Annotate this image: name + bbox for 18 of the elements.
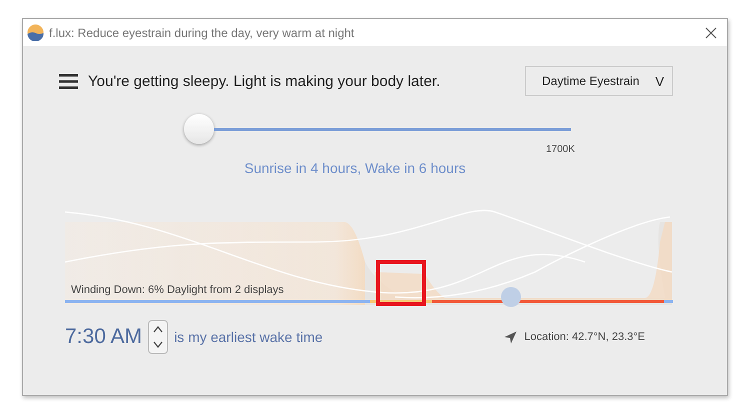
sunset-logo-icon	[27, 24, 44, 41]
location-text: Location: 42.7°N, 23.3°E	[524, 331, 645, 343]
up-down-chevrons-icon	[153, 324, 164, 350]
window-title: f.lux: Reduce eyestrain during the day, very warm at night	[49, 26, 356, 40]
highlight-box	[376, 260, 426, 306]
time-marker[interactable]	[501, 287, 521, 307]
slider-thumb[interactable]	[184, 114, 214, 144]
menu-icon[interactable]	[59, 72, 78, 90]
location-arrow-icon	[504, 330, 518, 344]
time-spinner[interactable]	[148, 320, 168, 354]
close-icon[interactable]	[705, 26, 717, 38]
preset-dropdown[interactable]: Daytime Eyestrain V	[525, 66, 673, 96]
schedule-text: Sunrise in 4 hours, Wake in 6 hours	[243, 160, 467, 176]
wake-time-label: is my earliest wake time	[174, 329, 324, 345]
graph-caption: Winding Down: 6% Daylight from 2 displays	[71, 284, 284, 296]
color-temperature: 1700K	[546, 144, 575, 155]
status-message: You're getting sleepy. Light is making your body later.	[88, 72, 442, 90]
wake-time: 7:30 AM	[65, 325, 142, 349]
